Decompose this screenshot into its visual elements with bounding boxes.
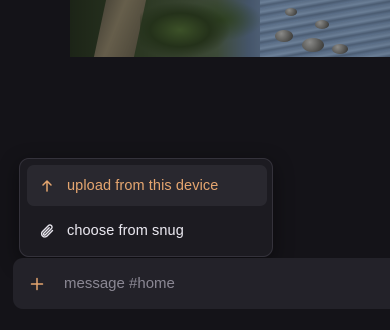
upload-from-device-item[interactable]: upload from this device	[27, 165, 267, 206]
choose-from-snug-item[interactable]: choose from snug	[27, 210, 267, 251]
image-attachment-preview[interactable]	[70, 0, 390, 57]
message-input[interactable]	[61, 258, 390, 309]
choose-from-snug-label: choose from snug	[67, 222, 184, 239]
photo-trail	[93, 0, 147, 57]
message-composer	[13, 258, 390, 309]
photo-rock	[332, 44, 348, 54]
photo-grass	[140, 0, 250, 57]
photo-rock	[275, 30, 293, 42]
photo-rock	[315, 20, 329, 29]
upload-from-device-label: upload from this device	[67, 177, 219, 194]
photo-rock	[302, 38, 324, 52]
plus-icon[interactable]	[13, 258, 61, 309]
attach-menu: upload from this device choose from snug	[19, 158, 273, 257]
arrow-up-icon	[27, 165, 67, 206]
chat-screen: upload from this device choose from snug	[0, 0, 390, 330]
photo-rock	[285, 8, 297, 16]
paperclip-icon	[27, 210, 67, 251]
